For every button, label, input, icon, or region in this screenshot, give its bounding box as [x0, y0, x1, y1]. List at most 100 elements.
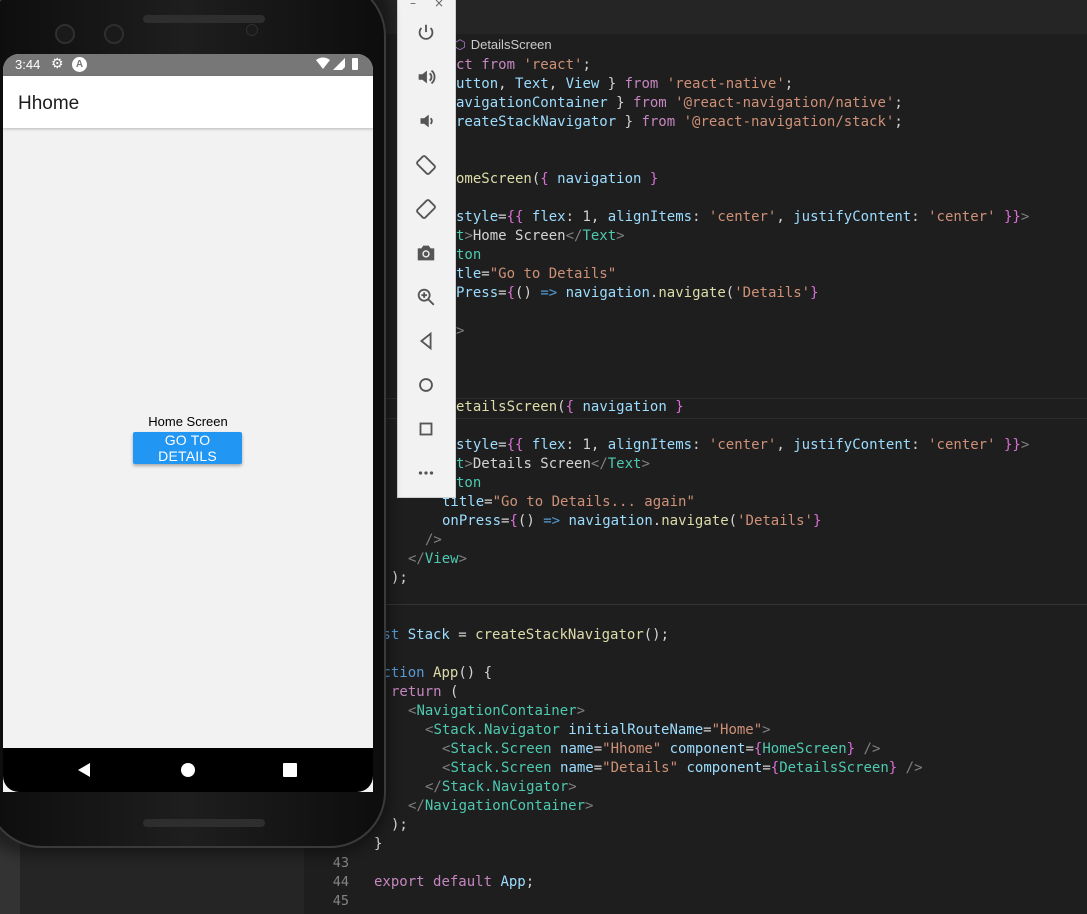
android-notification-icon: A — [72, 57, 87, 72]
more-icon[interactable] — [411, 458, 441, 488]
code-line: </NavigationContainer> — [408, 797, 593, 816]
code-token: "Details" — [602, 760, 687, 776]
code-line: <Stack.Screen name="Details" component={… — [442, 759, 923, 778]
code-token: utton — [456, 76, 499, 92]
code-token: initialRouteName — [568, 722, 704, 738]
code-token: default — [433, 874, 501, 890]
breadcrumb[interactable]: ›⬡DetailsScreen — [444, 37, 552, 53]
code-token: { — [540, 171, 549, 187]
rotate-left-icon[interactable] — [411, 150, 441, 180]
code-token: /> — [425, 532, 442, 548]
code-line: etailsScreen({ navigation } — [456, 398, 684, 417]
volume-down-icon[interactable] — [411, 106, 441, 136]
code-token: > — [762, 722, 771, 738]
code-token: flex — [531, 437, 566, 453]
code-line: /> — [425, 531, 442, 550]
volume-up-icon[interactable] — [411, 62, 441, 92]
code-token: ; — [894, 95, 903, 111]
code-line: export default App; — [374, 873, 534, 892]
code-token: style — [456, 209, 499, 225]
code-token: { — [565, 399, 575, 415]
code-token: reateStackNavigator — [456, 114, 617, 130]
code-token: navigation — [565, 285, 650, 301]
code-token: Stack.Screen — [450, 741, 561, 757]
code-token: from — [633, 95, 676, 111]
code-token: , — [776, 209, 794, 225]
code-token: : — [692, 437, 709, 453]
code-token: } — [675, 399, 684, 415]
code-token: > — [585, 798, 594, 814]
code-token: </ — [590, 456, 608, 472]
power-icon[interactable] — [411, 18, 441, 48]
go-to-details-button[interactable]: GO TO DETAILS — [133, 432, 242, 464]
camera-icon[interactable] — [411, 238, 441, 268]
code-token: 'center' — [928, 437, 996, 453]
rotate-right-icon[interactable] — [411, 194, 441, 224]
code-token: = — [481, 266, 490, 282]
code-token: View — [424, 551, 459, 567]
code-token: {{ — [506, 437, 532, 453]
code-line: > — [456, 322, 464, 341]
front-camera-icon — [246, 24, 258, 36]
code-token: export — [374, 874, 434, 890]
code-token: ( — [725, 285, 735, 301]
code-token: } — [812, 513, 822, 529]
minimize-button[interactable]: – — [410, 0, 416, 10]
status-icons — [315, 57, 361, 74]
code-token: } — [616, 114, 642, 130]
code-token: Home Screen — [472, 228, 566, 244]
code-token: }} — [1003, 209, 1021, 225]
code-token: HomeScreen — [762, 741, 847, 757]
code-token: alignItems — [607, 437, 693, 453]
zoom-icon[interactable] — [411, 282, 441, 312]
code-token: </ — [408, 551, 425, 567]
emulator-toolbar: – × — [397, 0, 456, 498]
battery-icon — [352, 58, 358, 70]
header-title: Hhome — [18, 93, 80, 114]
code-token: () { — [458, 665, 493, 681]
nav-overview-icon[interactable] — [281, 761, 299, 779]
nav-back-icon[interactable] — [75, 761, 93, 779]
code-token: = — [449, 627, 476, 643]
nav-home-icon[interactable] — [179, 761, 197, 779]
code-token: () — [517, 513, 544, 529]
code-token: navigation — [574, 399, 676, 415]
code-token: = — [593, 760, 603, 776]
code-token: from — [481, 57, 524, 73]
code-token: component — [669, 741, 746, 757]
back-icon[interactable] — [411, 326, 441, 356]
code-token: = — [745, 741, 754, 757]
code-token: </ — [408, 798, 425, 814]
code-token: "Home" — [711, 722, 763, 738]
code-token: > — [456, 323, 465, 339]
code-line: t>Details Screen</Text> — [456, 455, 650, 474]
code-token: ); — [391, 817, 408, 833]
earpiece — [143, 15, 265, 23]
code-token: 'center' — [708, 437, 777, 453]
code-token: } — [599, 76, 625, 92]
code-token: avigationContainer — [456, 95, 608, 111]
code-token: style — [456, 437, 499, 453]
code-token: App — [433, 665, 459, 681]
code-token: from — [624, 76, 667, 92]
home-icon[interactable] — [411, 370, 441, 400]
overview-icon[interactable] — [411, 414, 441, 444]
code-token: Text — [607, 456, 642, 472]
code-line: nst Stack = createStackNavigator(); — [374, 626, 669, 645]
code-line: tle="Go to Details" — [456, 265, 616, 284]
code-line: ); — [391, 816, 408, 835]
code-token: "Hhome" — [602, 741, 670, 757]
code-line: </Stack.Navigator> — [425, 778, 577, 797]
code-line: ton — [456, 246, 481, 265]
code-token: : — [911, 209, 929, 225]
code-token: ton — [456, 475, 482, 491]
code-token: Stack.Screen — [450, 760, 561, 776]
code-token: } — [374, 836, 383, 852]
code-token: component — [686, 760, 763, 776]
line-number: 43 — [332, 855, 349, 871]
code-token: > — [1020, 209, 1030, 225]
code-line: } — [374, 835, 382, 854]
close-button[interactable]: × — [434, 0, 444, 10]
code-token: ton — [456, 247, 482, 263]
code-line: style={{ flex: 1, alignItems: 'center', … — [456, 208, 1029, 227]
